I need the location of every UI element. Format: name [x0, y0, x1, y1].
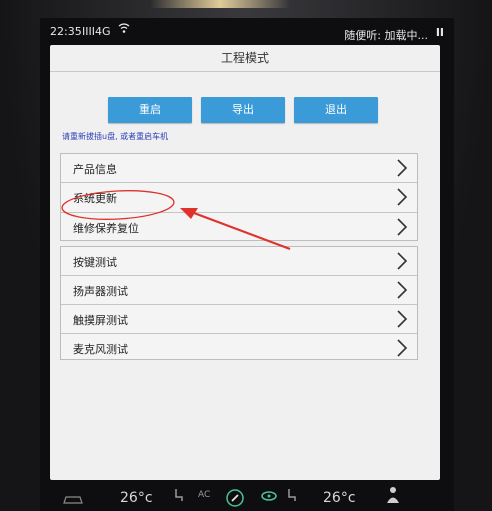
- temperature-left[interactable]: 26°c: [120, 490, 153, 506]
- menu-item-system-update[interactable]: 系统更新: [61, 183, 417, 213]
- device-bezel: 22:35 IIII4G 随便听: 加载中... II 工程模式 重启 导出 退…: [0, 0, 492, 511]
- recirculation-icon[interactable]: [260, 490, 278, 502]
- menu-item-label: 维修保养复位: [73, 221, 139, 235]
- chevron-right-icon: [397, 310, 408, 328]
- head-unit-screen: 22:35 IIII4G 随便听: 加载中... II 工程模式 重启 导出 退…: [40, 18, 454, 511]
- chevron-right-icon: [397, 252, 408, 270]
- menu-item-touchscreen-test[interactable]: 触摸屏测试: [61, 305, 417, 334]
- menu-item-speaker-test[interactable]: 扬声器测试: [61, 276, 417, 305]
- menu-item-label: 产品信息: [73, 163, 117, 176]
- engineering-mode-window: 工程模式 重启 导出 退出 请重新拔插u盘, 或者重启车机 产品信息 系统更新 …: [50, 45, 440, 480]
- car-icon[interactable]: [62, 494, 84, 504]
- status-signal: IIII4G: [82, 25, 111, 38]
- pause-icon[interactable]: II: [436, 26, 444, 39]
- chevron-right-icon: [397, 281, 408, 299]
- ac-button[interactable]: AC: [198, 490, 210, 500]
- chevron-right-icon: [397, 218, 408, 236]
- now-playing-text[interactable]: 随便听: 加载中...: [344, 27, 428, 43]
- status-bar: 22:35 IIII4G 随便听: 加载中... II: [40, 18, 454, 44]
- menu-item-label: 扬声器测试: [73, 285, 128, 298]
- person-icon[interactable]: [386, 486, 400, 504]
- menu-item-label: 触摸屏测试: [73, 314, 128, 327]
- menu-item-microphone-test[interactable]: 麦克风测试: [61, 334, 417, 362]
- menu-item-key-test[interactable]: 按键测试: [61, 247, 417, 276]
- chevron-right-icon: [397, 188, 408, 206]
- page-title: 工程模式: [50, 45, 440, 72]
- menu-item-label: 系统更新: [73, 192, 117, 206]
- usb-hint-text: 请重新拔插u盘, 或者重启车机: [62, 132, 169, 141]
- status-time: 22:35: [50, 25, 82, 38]
- climate-bar: 26°c AC 26°c: [40, 482, 454, 511]
- light-glare: [150, 0, 290, 8]
- chevron-right-icon: [397, 339, 408, 357]
- wifi-icon: [118, 22, 130, 37]
- restart-button[interactable]: 重启: [108, 97, 192, 123]
- menu-group-tests: 按键测试 扬声器测试 触摸屏测试 麦克风测试: [60, 246, 418, 360]
- menu-item-label: 按键测试: [73, 256, 117, 269]
- menu-item-label: 麦克风测试: [73, 343, 128, 356]
- temperature-right[interactable]: 26°c: [323, 490, 356, 506]
- exit-button[interactable]: 退出: [294, 97, 378, 123]
- menu-group-system: 产品信息 系统更新 维修保养复位: [60, 153, 418, 241]
- export-button[interactable]: 导出: [201, 97, 285, 123]
- menu-item-maintenance-reset[interactable]: 维修保养复位: [61, 213, 417, 241]
- seat-heater-right-icon[interactable]: [286, 488, 296, 502]
- seat-heater-left-icon[interactable]: [173, 488, 183, 502]
- menu-item-product-info[interactable]: 产品信息: [61, 154, 417, 184]
- chevron-right-icon: [397, 159, 408, 177]
- fan-icon[interactable]: [225, 488, 245, 508]
